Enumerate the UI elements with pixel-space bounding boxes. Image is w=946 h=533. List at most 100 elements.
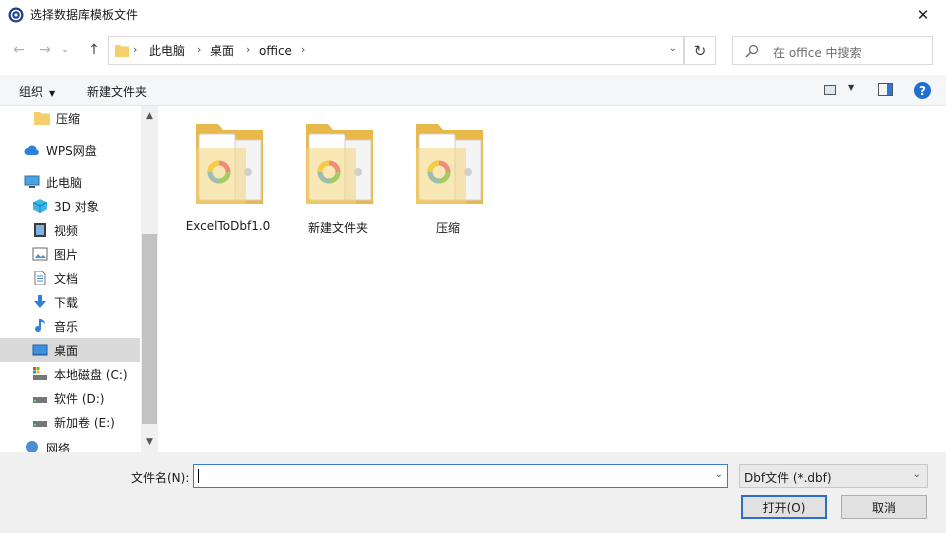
breadcrumb-separator[interactable]: › [197, 43, 201, 56]
file-type-value: Dbf文件 (*.dbf) [744, 471, 832, 485]
sidebar-item-network[interactable]: 网络 [0, 440, 140, 452]
chevron-down-icon: ▼ [49, 89, 56, 98]
change-view-button[interactable]: ▼ [822, 82, 860, 100]
navigation-pane: 压缩 WPS网盘 此电脑 3D 对象 视频 图片 文档 下载 音乐 桌面 本地磁… [0, 106, 158, 452]
scrollbar-thumb[interactable] [142, 234, 157, 424]
network-icon [26, 441, 38, 452]
sidebar-item-label: WPS网盘 [46, 143, 97, 158]
sidebar-item-label: 此电脑 [46, 175, 83, 190]
documents-icon [34, 271, 46, 285]
sidebar-item-label: 本地磁盘 (C:) [54, 367, 128, 382]
drive-icon [33, 397, 47, 403]
music-icon [35, 319, 45, 333]
sidebar-item-downloads[interactable]: 下载 [0, 290, 140, 314]
folder-icon [416, 124, 483, 204]
sidebar-item-label: 3D 对象 [54, 199, 99, 214]
address-bar[interactable]: › 此电脑 › 桌面 › office › ⌄ [108, 36, 684, 65]
navigation-scrollbar[interactable]: ▲ ▼ [141, 106, 158, 452]
close-button[interactable]: ✕ [900, 0, 946, 30]
download-icon [34, 295, 46, 308]
breadcrumb-separator[interactable]: › [133, 43, 137, 56]
breadcrumb-separator[interactable]: › [301, 43, 305, 56]
refresh-button[interactable]: ↻ [684, 36, 716, 65]
open-button[interactable]: 打开(O) [741, 495, 827, 519]
organize-label: 组织 [19, 85, 44, 99]
scroll-up-button[interactable]: ▲ [141, 108, 158, 124]
sidebar-item-music[interactable]: 音乐 [0, 314, 140, 338]
breadcrumb-separator[interactable]: › [246, 43, 250, 56]
forward-button[interactable]: → [34, 38, 56, 62]
3d-objects-icon [32, 199, 48, 213]
sidebar-item-label: 软件 (D:) [54, 391, 105, 406]
sidebar-item-this-pc[interactable]: 此电脑 [0, 170, 140, 194]
folder-icon [196, 124, 263, 204]
sidebar-item-label: 桌面 [54, 343, 79, 358]
sidebar-item-drive-c[interactable]: 本地磁盘 (C:) [0, 362, 140, 386]
sidebar-item-label: 图片 [54, 247, 79, 262]
filename-field[interactable]: ⌄ [193, 464, 728, 488]
sidebar-item-label: 新加卷 (E:) [54, 415, 115, 430]
breadcrumb-item[interactable]: 桌面 [210, 44, 234, 58]
breadcrumb-item[interactable]: 此电脑 [149, 44, 185, 58]
file-name: 新建文件夹 [307, 221, 368, 235]
file-name: ExcelToDbf1.0 [185, 219, 271, 233]
sidebar-item-label: 文档 [54, 271, 79, 286]
sidebar-item-wps-drive[interactable]: WPS网盘 [0, 138, 140, 162]
sidebar-item-3d-objects[interactable]: 3D 对象 [0, 194, 140, 218]
drive-icon [33, 421, 47, 427]
text-caret [198, 469, 199, 483]
back-button[interactable]: ← [8, 38, 30, 62]
sidebar-item-label: 音乐 [54, 319, 79, 334]
file-item[interactable]: 压缩 [399, 114, 497, 236]
computer-icon [24, 175, 40, 188]
filename-label: 文件名(N): [131, 471, 190, 485]
command-toolbar: 组织 ▼ 新建文件夹 ▼ ? [0, 75, 946, 106]
new-folder-button[interactable]: 新建文件夹 [87, 83, 147, 100]
folder-icon [115, 45, 129, 57]
sidebar-item-drive-d[interactable]: 软件 (D:) [0, 386, 140, 410]
file-item[interactable]: 新建文件夹 [289, 114, 387, 236]
pictures-icon [32, 247, 48, 261]
desktop-icon [32, 344, 48, 356]
search-input[interactable]: 在 office 中搜索 [732, 36, 933, 65]
cloud-icon [24, 145, 39, 155]
view-icon [824, 85, 836, 95]
file-name: 压缩 [435, 221, 460, 235]
title-bar: 选择数据库模板文件 ✕ [0, 0, 946, 30]
organize-button[interactable]: 组织 ▼ [19, 83, 55, 100]
file-list-view: ExcelToDbf1.0 新建文件夹 压缩 [159, 106, 946, 452]
folder-icon [306, 124, 373, 204]
bottom-panel: 文件名(N): ⌄ Dbf文件 (*.dbf) ⌄ 打开(O) 取消 [0, 452, 946, 533]
sidebar-item-drive-e[interactable]: 新加卷 (E:) [0, 410, 140, 434]
folder-icon [34, 112, 50, 125]
sidebar-item-pictures[interactable]: 图片 [0, 242, 140, 266]
sidebar-item-label: 网络 [46, 442, 71, 452]
app-logo-icon [8, 7, 24, 23]
chevron-down-icon: ⌄ [912, 469, 921, 480]
help-button[interactable]: ? [914, 82, 931, 99]
window-title: 选择数据库模板文件 [30, 8, 139, 22]
address-dropdown-button[interactable]: ⌄ [669, 43, 677, 54]
cancel-button[interactable]: 取消 [841, 495, 927, 519]
chevron-down-icon[interactable]: ⌄ [715, 469, 723, 480]
scroll-down-button[interactable]: ▼ [141, 434, 158, 450]
sidebar-item-label: 压缩 [56, 111, 81, 126]
breadcrumb-item[interactable]: office [259, 44, 292, 58]
search-icon [745, 44, 759, 58]
preview-pane-button[interactable] [878, 83, 893, 96]
sidebar-item-label: 下载 [54, 295, 79, 310]
file-item[interactable]: ExcelToDbf1.0 [179, 114, 277, 236]
sidebar-item-desktop[interactable]: 桌面 [0, 338, 140, 362]
chevron-down-icon: ▼ [848, 83, 855, 92]
preview-pane-icon [887, 84, 892, 95]
file-type-select[interactable]: Dbf文件 (*.dbf) ⌄ [739, 464, 928, 488]
sidebar-item-documents[interactable]: 文档 [0, 266, 140, 290]
video-icon [34, 223, 46, 237]
recent-locations-button[interactable]: ⌄ [58, 38, 72, 62]
sidebar-item-compress[interactable]: 压缩 [0, 106, 140, 130]
up-button[interactable]: ↑ [82, 38, 106, 62]
sidebar-item-label: 视频 [54, 223, 79, 238]
drive-c-icon [33, 367, 47, 380]
search-placeholder: 在 office 中搜索 [773, 46, 862, 60]
sidebar-item-videos[interactable]: 视频 [0, 218, 140, 242]
